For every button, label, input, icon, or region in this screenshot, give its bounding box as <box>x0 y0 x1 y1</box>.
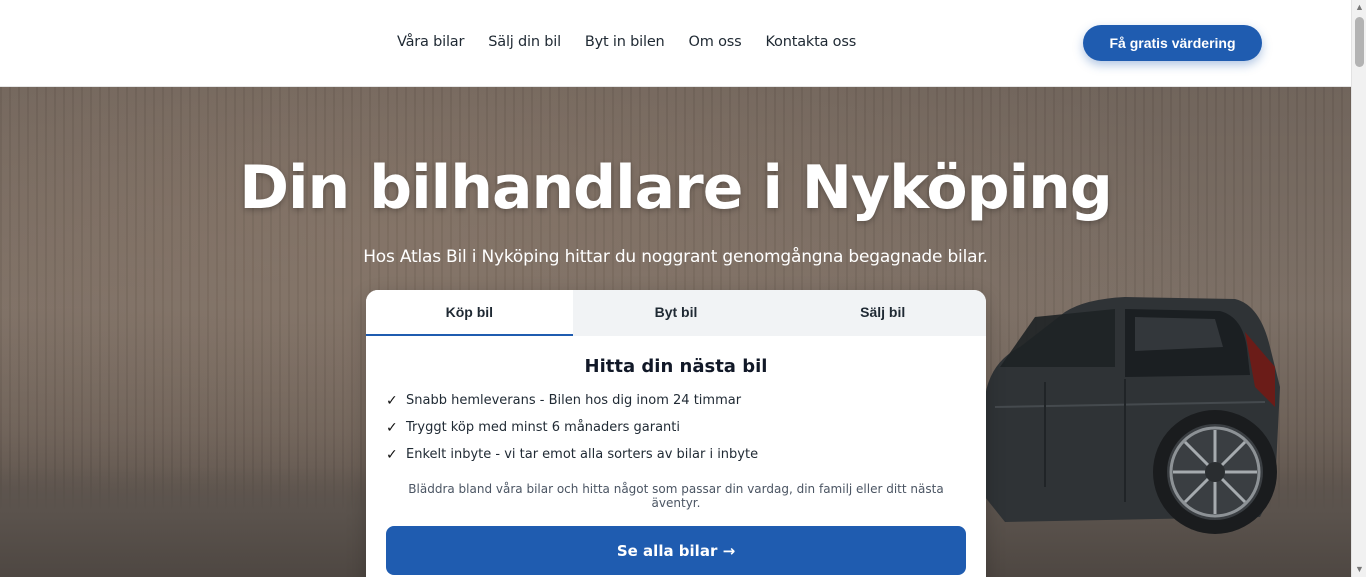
feature-text: Snabb hemleverans - Bilen hos dig inom 2… <box>406 393 742 408</box>
tab-salj-bil[interactable]: Sälj bil <box>779 290 986 336</box>
nav-link-kontakta-oss[interactable]: Kontakta oss <box>765 34 856 50</box>
free-valuation-button[interactable]: Få gratis värdering <box>1083 25 1262 61</box>
tab-kop-bil[interactable]: Köp bil <box>366 290 573 336</box>
search-card: Köp bil Byt bil Sälj bil Hitta din nästa… <box>366 290 986 577</box>
site-header: Våra bilar Sälj din bil Byt in bilen Om … <box>0 0 1351 87</box>
feature-text: Tryggt köp med minst 6 månaders garanti <box>406 420 680 435</box>
nav-link-byt-in-bilen[interactable]: Byt in bilen <box>585 34 665 50</box>
feature-item: ✓ Snabb hemleverans - Bilen hos dig inom… <box>386 387 966 414</box>
feature-item: ✓ Enkelt inbyte - vi tar emot alla sorte… <box>386 441 966 468</box>
scroll-down-arrow-icon[interactable]: ▼ <box>1352 562 1366 577</box>
hero-title: Din bilhandlare i Nyköping <box>239 153 1113 223</box>
scrollbar-thumb[interactable] <box>1355 17 1364 67</box>
check-icon: ✓ <box>386 419 398 436</box>
card-note: Bläddra bland våra bilar och hitta något… <box>408 482 944 510</box>
feature-text: Enkelt inbyte - vi tar emot alla sorters… <box>406 447 759 462</box>
see-all-cars-button[interactable]: Se alla bilar → <box>386 526 966 575</box>
car-image <box>985 297 1280 534</box>
nav-link-om-oss[interactable]: Om oss <box>689 34 742 50</box>
main-nav: Våra bilar Sälj din bil Byt in bilen Om … <box>397 34 856 50</box>
check-icon: ✓ <box>386 392 398 409</box>
scroll-up-arrow-icon[interactable]: ▲ <box>1352 0 1366 15</box>
tab-byt-bil[interactable]: Byt bil <box>573 290 780 336</box>
hero-section: Din bilhandlare i Nyköping Hos Atlas Bil… <box>0 87 1351 577</box>
card-tabs: Köp bil Byt bil Sälj bil <box>366 290 986 336</box>
hero-subtitle: Hos Atlas Bil i Nyköping hittar du noggr… <box>363 247 988 267</box>
feature-item: ✓ Tryggt köp med minst 6 månaders garant… <box>386 414 966 441</box>
card-title: Hitta din nästa bil <box>584 356 768 377</box>
check-icon: ✓ <box>386 446 398 463</box>
page-scrollbar[interactable]: ▲ ▼ <box>1351 0 1366 577</box>
nav-link-salj-din-bil[interactable]: Sälj din bil <box>488 34 561 50</box>
card-body: Hitta din nästa bil ✓ Snabb hemleverans … <box>366 336 986 575</box>
nav-link-vara-bilar[interactable]: Våra bilar <box>397 34 464 50</box>
